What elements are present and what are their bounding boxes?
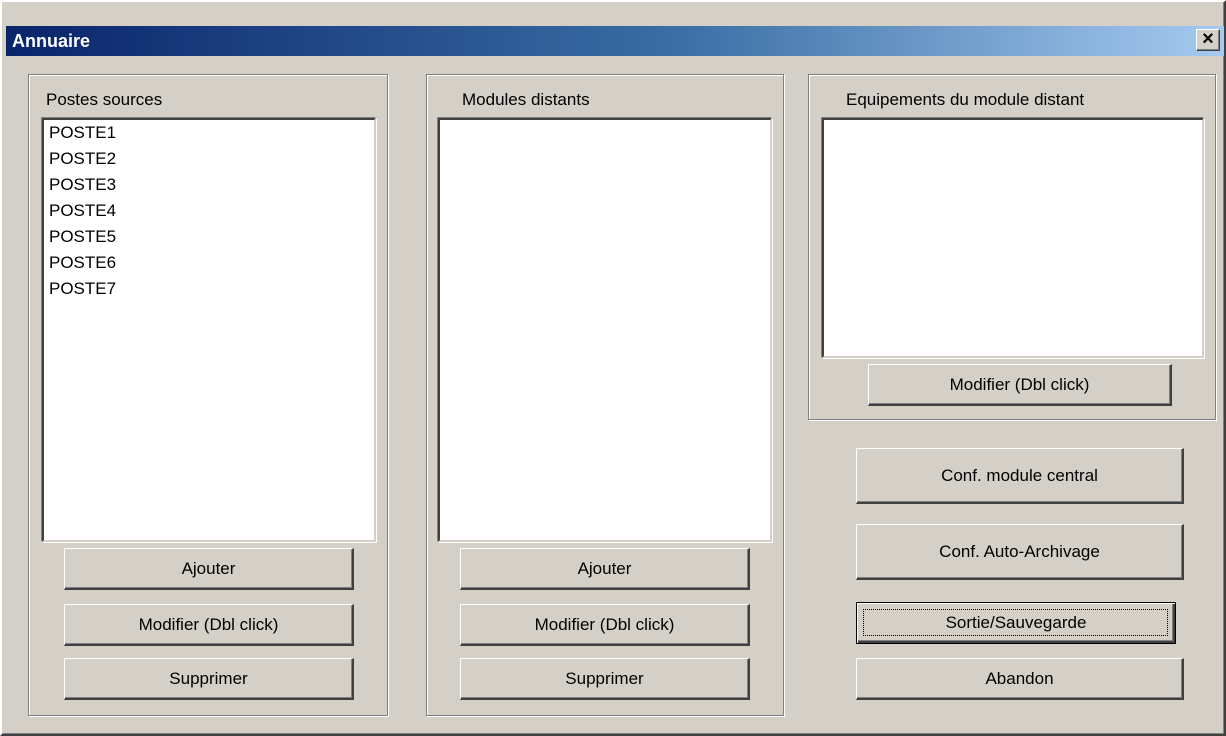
list-item[interactable]: POSTE3 — [44, 172, 374, 198]
conf-auto-archivage-button[interactable]: Conf. Auto-Archivage — [856, 524, 1184, 580]
postes-modify-button-label: Modifier (Dbl click) — [138, 614, 279, 634]
abandon-button-label: Abandon — [985, 668, 1054, 688]
list-item[interactable]: POSTE5 — [44, 224, 374, 250]
postes-delete-button[interactable]: Supprimer — [64, 658, 354, 700]
postes-modify-button[interactable]: Modifier (Dbl click) — [64, 604, 354, 646]
modules-add-button-label: Ajouter — [577, 558, 632, 578]
abandon-button[interactable]: Abandon — [856, 658, 1184, 700]
modules-delete-button[interactable]: Supprimer — [460, 658, 750, 700]
list-item[interactable]: POSTE1 — [44, 120, 374, 146]
modules-add-button[interactable]: Ajouter — [460, 548, 750, 590]
equipements-label: Equipements du module distant — [846, 90, 1085, 109]
list-item[interactable]: POSTE4 — [44, 198, 374, 224]
conf-module-central-button[interactable]: Conf. module central — [856, 448, 1184, 504]
conf-module-central-button-label: Conf. module central — [941, 465, 1098, 485]
equipements-list[interactable] — [822, 118, 1204, 358]
title-bar[interactable]: Annuaire × — [6, 26, 1224, 56]
equipements-modify-button-label: Modifier (Dbl click) — [949, 374, 1090, 394]
annuaire-dialog: Annuaire × Postes sources POSTE1 POSTE2 … — [0, 0, 1226, 736]
close-icon: × — [1202, 28, 1214, 50]
postes-delete-button-label: Supprimer — [169, 668, 248, 688]
equipements-modify-button[interactable]: Modifier (Dbl click) — [868, 364, 1172, 406]
list-item[interactable]: POSTE7 — [44, 276, 374, 302]
modules-distants-list[interactable] — [438, 118, 772, 542]
list-item[interactable]: POSTE2 — [44, 146, 374, 172]
modules-distants-label: Modules distants — [462, 90, 590, 109]
close-button[interactable]: × — [1196, 29, 1220, 51]
list-item[interactable]: POSTE6 — [44, 250, 374, 276]
conf-auto-archivage-button-label: Conf. Auto-Archivage — [939, 541, 1100, 561]
modules-delete-button-label: Supprimer — [565, 668, 644, 688]
modules-modify-button[interactable]: Modifier (Dbl click) — [460, 604, 750, 646]
modules-modify-button-label: Modifier (Dbl click) — [534, 614, 675, 634]
sortie-sauvegarde-button[interactable]: Sortie/Sauvegarde — [856, 602, 1176, 644]
postes-add-button-label: Ajouter — [181, 558, 236, 578]
sortie-sauvegarde-button-label: Sortie/Sauvegarde — [945, 613, 1087, 632]
postes-sources-label: Postes sources — [46, 90, 163, 109]
postes-add-button[interactable]: Ajouter — [64, 548, 354, 590]
postes-sources-list[interactable]: POSTE1 POSTE2 POSTE3 POSTE4 POSTE5 POSTE… — [42, 118, 376, 542]
window-title: Annuaire — [12, 31, 91, 51]
